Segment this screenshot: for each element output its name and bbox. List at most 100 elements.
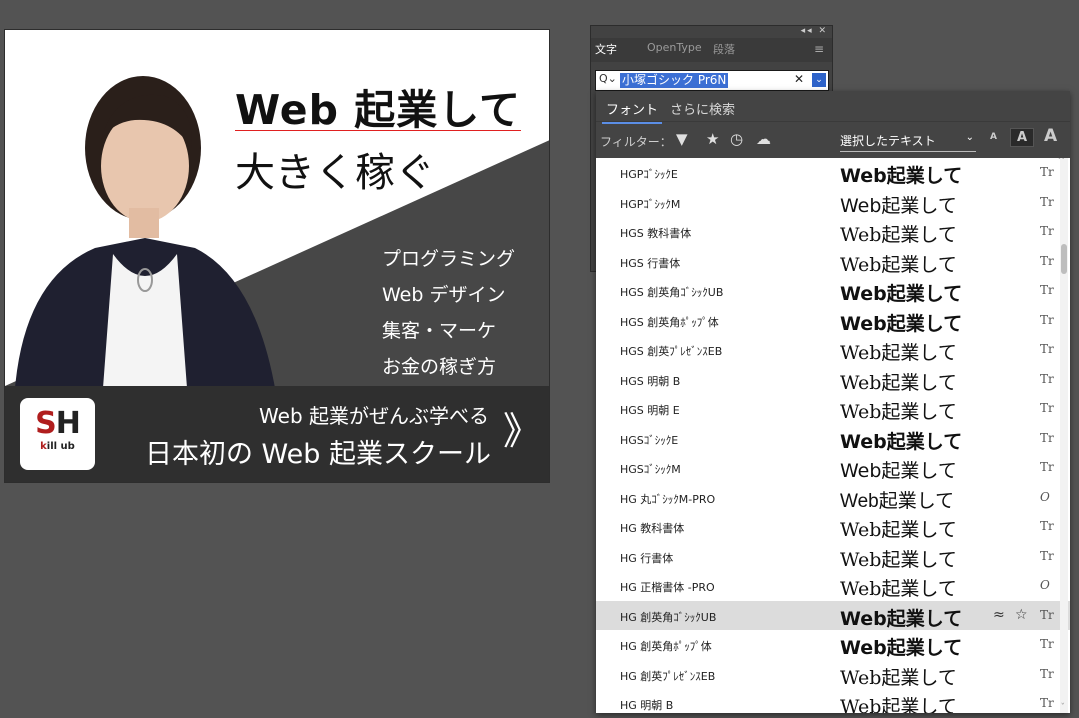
- font-list[interactable]: HGPｺﾞｼｯｸE Web起業して Tr HGPｺﾞｼｯｸM Web起業して Tr HGS …: [596, 158, 1070, 713]
- panel-tab-bar: 文字 OpenType 段落 ≡: [591, 38, 832, 62]
- font-sample: Web起業して: [840, 548, 957, 571]
- scroll-down-icon[interactable]: ˇ: [1061, 703, 1066, 713]
- opentype-icon: O: [1040, 489, 1050, 504]
- font-row[interactable]: HGSｺﾞｼｯｸE Web起業して Tr: [596, 424, 1070, 454]
- preview-size-small[interactable]: A: [990, 132, 997, 142]
- font-sample: Web起業して: [840, 253, 957, 276]
- truetype-icon: Tr: [1040, 401, 1054, 415]
- font-sample: Web起業して: [840, 696, 957, 713]
- search-icon[interactable]: Q⌄: [599, 72, 617, 85]
- font-row[interactable]: HGS 創英角ﾎﾟｯﾌﾟ体 Web起業して Tr: [596, 306, 1070, 336]
- font-row[interactable]: HG 創英角ｺﾞｼｯｸUB Web起業して Tr ≈ ☆: [596, 600, 1070, 630]
- font-row[interactable]: HG 教科書体 Web起業して Tr: [596, 512, 1070, 542]
- truetype-icon: Tr: [1040, 194, 1054, 209]
- truetype-icon: Tr: [1040, 548, 1054, 563]
- font-name: HGS 行書体: [620, 256, 681, 270]
- favorite-star-icon[interactable]: ☆: [1015, 607, 1028, 623]
- truetype-icon: Tr: [1040, 519, 1054, 533]
- clock-icon[interactable]: ◷: [730, 130, 743, 148]
- truetype-icon: Tr: [1040, 696, 1054, 710]
- font-sample: Web起業して: [840, 519, 957, 541]
- font-sample: Web起業して: [840, 401, 957, 423]
- font-row[interactable]: HGPｺﾞｼｯｸM Web起業して Tr: [596, 188, 1070, 218]
- font-sample: Web起業して: [840, 460, 957, 482]
- font-search-input[interactable]: 小塚ゴシック Pr6N: [620, 73, 729, 88]
- font-name: HGSｺﾞｼｯｸM: [620, 463, 681, 476]
- filter-icon[interactable]: ▼: [676, 130, 688, 148]
- tab-character[interactable]: 文字: [595, 41, 617, 57]
- preview-size-medium[interactable]: A: [1010, 128, 1035, 147]
- chevron-right-icon: 》: [502, 409, 541, 453]
- font-row[interactable]: HG 行書体 Web起業して Tr: [596, 542, 1070, 572]
- truetype-icon: Tr: [1040, 165, 1054, 179]
- font-row[interactable]: HG 正楷書体 -PRO Web起業して O: [596, 571, 1070, 601]
- tab-more-search[interactable]: さらに検索: [670, 99, 735, 118]
- font-sample: Web起業して: [840, 342, 957, 364]
- scrollbar[interactable]: ^ ˇ: [1057, 158, 1068, 713]
- font-row[interactable]: HGS 教科書体 Web起業して Tr: [596, 217, 1070, 247]
- truetype-icon: Tr: [1040, 607, 1054, 622]
- scrollbar-thumb[interactable]: [1061, 244, 1067, 274]
- service-item: 集客・マーケ: [381, 320, 496, 342]
- tab-paragraph[interactable]: 段落: [713, 41, 735, 57]
- preview-size-large[interactable]: A: [1044, 126, 1057, 146]
- service-item: プログラミング: [381, 248, 515, 270]
- font-sample: Web起業して: [840, 666, 957, 689]
- clear-icon[interactable]: ✕: [794, 72, 804, 86]
- similar-fonts-icon[interactable]: ≈: [993, 607, 1005, 623]
- opentype-icon: O: [1040, 578, 1050, 592]
- service-list: プログラミング Web デザイン 集客・マーケ お金の稼ぎ方: [382, 241, 515, 385]
- tab-fonts[interactable]: フォント: [601, 99, 663, 124]
- font-row[interactable]: HGS 明朝 B Web起業して Tr: [596, 365, 1070, 395]
- dropdown-toggle-button[interactable]: ⌄: [812, 73, 826, 87]
- font-row[interactable]: HGSｺﾞｼｯｸM Web起業して Tr: [596, 453, 1070, 483]
- font-row[interactable]: HG 創英ﾌﾟﾚｾﾞﾝｽEB Web起業して Tr: [596, 660, 1070, 690]
- filter-label: フィルター：: [600, 135, 672, 149]
- font-row[interactable]: HG 創英角ﾎﾟｯﾌﾟ体 Web起業して Tr: [596, 630, 1070, 660]
- headline-line2: 大きく稼ぐ: [235, 150, 435, 196]
- truetype-icon: Tr: [1040, 460, 1054, 474]
- font-name: HG 正楷書体 -PRO: [620, 581, 715, 594]
- font-dropdown: フォント さらに検索 フィルター： ▼ ★ ◷ ☁ 選択したテキスト ⌄ A A…: [596, 91, 1070, 713]
- font-sample: Web起業して: [840, 371, 957, 394]
- font-sample: Web起業して: [840, 607, 963, 630]
- filter-bar: フィルター： ▼ ★ ◷ ☁ 選択したテキスト ⌄ A A A: [596, 121, 1070, 158]
- font-row[interactable]: HG 丸ｺﾞｼｯｸM-PRO Web起業して O: [596, 483, 1070, 513]
- font-name: HG 創英角ﾎﾟｯﾌﾟ体: [620, 640, 712, 653]
- truetype-icon: Tr: [1040, 371, 1054, 386]
- font-name: HGS 明朝 E: [620, 404, 680, 417]
- font-sample: Web起業して: [840, 224, 957, 246]
- truetype-icon: Tr: [1040, 430, 1054, 445]
- font-row[interactable]: HG 明朝 B Web起業して Tr: [596, 689, 1070, 713]
- font-sample: Web起業して: [840, 490, 955, 512]
- font-name: HG 行書体: [620, 551, 674, 565]
- font-name: HGS 教科書体: [620, 227, 692, 240]
- cloud-icon[interactable]: ☁: [756, 130, 771, 148]
- truetype-icon: Tr: [1040, 224, 1054, 238]
- truetype-icon: Tr: [1040, 283, 1054, 297]
- font-sample: Web起業して: [840, 283, 963, 305]
- truetype-icon: Tr: [1040, 253, 1054, 268]
- panel-collapse-close[interactable]: ◂◂ ✕: [591, 26, 832, 38]
- font-sample: Web起業して: [840, 312, 963, 335]
- font-row[interactable]: HGS 創英角ｺﾞｼｯｸUB Web起業して Tr: [596, 276, 1070, 306]
- banner-bottom-bar: SH kill ub Web 起業がぜんぶ学べる 日本初の Web 起業スクール…: [5, 386, 549, 482]
- scroll-up-icon[interactable]: ^: [1057, 158, 1065, 166]
- font-sample: Web起業して: [840, 430, 963, 453]
- skillhub-logo: SH kill ub: [20, 398, 95, 470]
- font-row[interactable]: HGS 創英ﾌﾟﾚｾﾞﾝｽEB Web起業して Tr: [596, 335, 1070, 365]
- panel-menu-icon[interactable]: ≡: [814, 42, 824, 56]
- truetype-icon: Tr: [1040, 342, 1054, 356]
- tab-opentype[interactable]: OpenType: [647, 41, 702, 54]
- font-name: HG 創英ﾌﾟﾚｾﾞﾝｽEB: [620, 669, 716, 683]
- font-row[interactable]: HGS 行書体 Web起業して Tr: [596, 247, 1070, 277]
- font-search-field[interactable]: Q⌄ 小塚ゴシック Pr6N ✕ ⌄: [595, 70, 829, 91]
- font-sample: Web起業して: [840, 578, 957, 600]
- font-sample: Web起業して: [840, 637, 963, 659]
- star-icon[interactable]: ★: [706, 130, 719, 148]
- font-dropdown-tabs: フォント さらに検索: [596, 91, 1070, 124]
- preview-text-select[interactable]: 選択したテキスト ⌄: [840, 132, 976, 152]
- font-row[interactable]: HGPｺﾞｼｯｸE Web起業して Tr: [596, 158, 1070, 188]
- font-row[interactable]: HGS 明朝 E Web起業して Tr: [596, 394, 1070, 424]
- font-name: HG 明朝 B: [620, 699, 674, 712]
